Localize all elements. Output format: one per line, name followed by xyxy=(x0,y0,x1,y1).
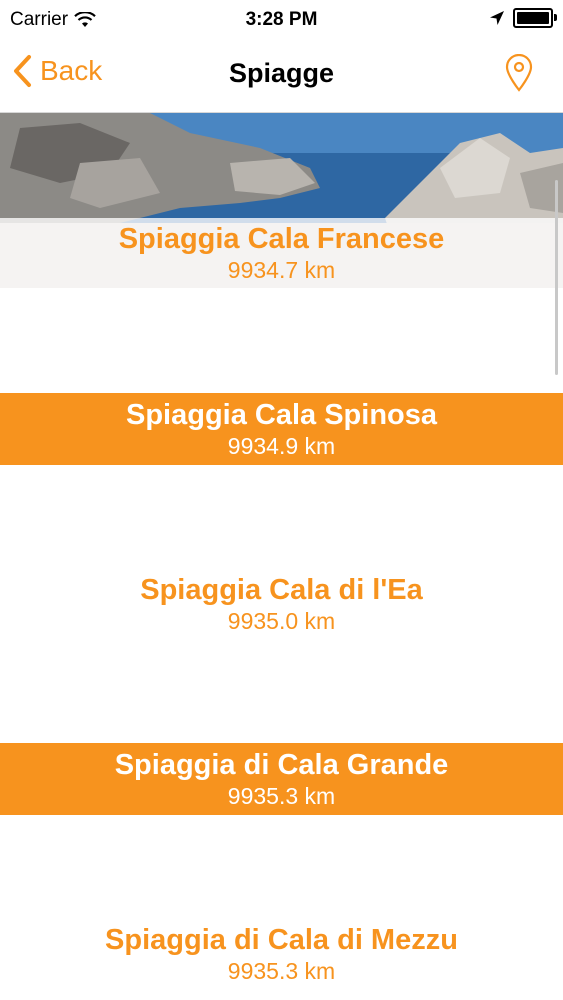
page-title: Spiagge xyxy=(228,58,335,88)
location-arrow-icon xyxy=(490,11,504,25)
beach-name: Spiaggia di Cala di Mezzu xyxy=(105,923,458,956)
beach-distance: 9935.3 km xyxy=(227,957,336,984)
beach-label-band: Spiaggia Cala Spinosa 9934.9 km xyxy=(0,393,563,465)
navigation-bar: Back Spiagge xyxy=(0,38,563,113)
beach-row-cala-spinosa[interactable]: Spiaggia Cala Spinosa 9934.9 km xyxy=(0,288,563,465)
beach-label-band: Spiaggia Cala di l'Ea 9935.0 km xyxy=(0,568,563,640)
beach-row-cala-francese[interactable]: Spiaggia Cala Francese 9934.7 km xyxy=(0,113,563,289)
beach-distance: 9934.9 km xyxy=(227,432,336,459)
beach-row-cala-di-mezzu[interactable]: Spiaggia di Cala di Mezzu 9935.3 km xyxy=(0,813,563,988)
status-time: 3:28 PM xyxy=(245,9,318,30)
beach-name: Spiaggia di Cala Grande xyxy=(114,748,449,781)
beach-label-band: Spiaggia di Cala di Mezzu 9935.3 km xyxy=(0,918,563,990)
status-bar: Carrier 3:28 PM xyxy=(0,0,563,38)
scrollbar[interactable] xyxy=(555,180,558,375)
beach-distance: 9934.7 km xyxy=(227,257,336,283)
beach-distance: 9935.0 km xyxy=(227,607,336,634)
beach-list: Spiaggia Cala Francese 9934.7 km Spiaggi… xyxy=(0,113,563,988)
beach-row-cala-grande[interactable]: Spiaggia di Cala Grande 9935.3 km xyxy=(0,638,563,815)
battery-icon xyxy=(513,8,557,28)
beach-label-band: Spiaggia Cala Francese 9934.7 km xyxy=(0,218,563,289)
status-right xyxy=(489,8,557,28)
beach-row-cala-di-lea[interactable]: Spiaggia Cala di l'Ea 9935.0 km xyxy=(0,463,563,638)
beach-distance: 9935.3 km xyxy=(227,782,336,809)
beach-label-band: Spiaggia di Cala Grande 9935.3 km xyxy=(0,743,563,815)
map-pin-icon xyxy=(505,53,533,92)
map-button[interactable] xyxy=(505,53,533,97)
beach-name: Spiaggia Cala di l'Ea xyxy=(140,573,423,606)
beach-name: Spiaggia Cala Spinosa xyxy=(125,398,438,431)
beach-name: Spiaggia Cala Francese xyxy=(118,223,445,255)
